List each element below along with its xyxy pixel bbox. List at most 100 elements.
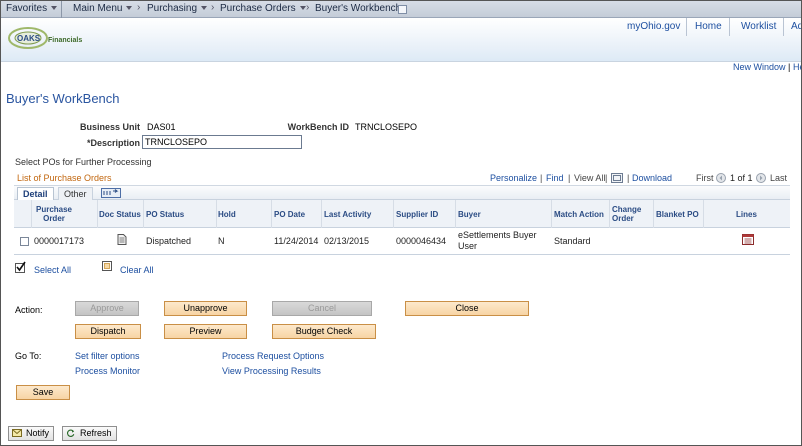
header-banner: OAKS Financials myOhio.gov Home Worklist… <box>0 18 802 62</box>
download-link[interactable]: Download <box>632 173 672 183</box>
add-link[interactable]: Add <box>791 21 802 32</box>
goto-label: Go To: <box>15 351 42 361</box>
hold-value: N <box>218 236 225 246</box>
first-label: First <box>696 173 714 183</box>
column-change-order[interactable]: Change Order <box>612 205 642 223</box>
dispatch-button[interactable]: Dispatch <box>75 324 141 339</box>
show-all-columns-icon[interactable] <box>101 188 121 198</box>
approve-button[interactable]: Approve <box>75 301 139 316</box>
row-range: 1 of 1 <box>730 173 753 183</box>
help-link[interactable]: He <box>793 62 802 72</box>
link-divider <box>729 18 730 36</box>
menu-divider <box>61 0 62 18</box>
tab-other[interactable]: Other <box>58 187 93 200</box>
set-filter-options-link[interactable]: Set filter options <box>75 351 140 361</box>
link-divider <box>686 18 687 36</box>
link-divider <box>783 18 784 36</box>
next-arrow-icon[interactable] <box>756 173 766 183</box>
workbench-id-value: TRNCLOSEPO <box>355 122 418 132</box>
link-divider: | <box>627 173 630 183</box>
previous-arrow-icon[interactable] <box>716 173 726 183</box>
notify-button[interactable]: Notify <box>8 426 55 441</box>
worklist-link[interactable]: Worklist <box>741 21 776 32</box>
zoom-grid-icon[interactable] <box>611 173 623 183</box>
breadcrumb-buyers-workbench[interactable]: Buyer's Workbench <box>315 3 401 14</box>
refresh-button[interactable]: Refresh <box>62 426 117 441</box>
grid-header-row: Purchase Order Doc Status PO Status Hold… <box>14 200 790 255</box>
refresh-label: Refresh <box>80 428 112 438</box>
column-match-action[interactable]: Match Action <box>554 210 604 219</box>
select-all-checkmark-icon[interactable] <box>15 261 27 273</box>
refresh-icon <box>67 429 75 437</box>
svg-text:Financials: Financials <box>48 37 82 44</box>
top-menu-bar: Favorites Main Menu › Purchasing › Purch… <box>0 0 802 18</box>
svg-text:OAKS: OAKS <box>17 34 41 43</box>
breadcrumb-purchasing[interactable]: Purchasing <box>147 3 208 14</box>
action-label: Action: <box>15 305 43 315</box>
column-po-status[interactable]: PO Status <box>146 210 184 219</box>
clear-all-link[interactable]: Clear All <box>120 265 154 275</box>
lines-detail-icon[interactable] <box>742 234 754 245</box>
select-pos-text: Select POs for Further Processing <box>15 157 152 167</box>
find-link[interactable]: Find <box>546 173 564 183</box>
notify-label: Notify <box>26 428 50 438</box>
row-select-checkbox[interactable] <box>20 237 29 246</box>
column-blanket-po[interactable]: Blanket PO <box>656 210 699 219</box>
select-all-link[interactable]: Select All <box>34 265 71 275</box>
grid-title-bar: List of Purchase Orders Personalize | Fi… <box>14 172 790 186</box>
column-doc-status[interactable]: Doc Status <box>99 210 141 219</box>
chevron-right-icon: › <box>137 2 141 13</box>
column-po-date[interactable]: PO Date <box>274 210 305 219</box>
save-button[interactable]: Save <box>16 385 70 400</box>
unapprove-button[interactable]: Unapprove <box>164 301 247 316</box>
chevron-down-icon <box>201 6 208 10</box>
cancel-button[interactable]: Cancel <box>272 301 372 316</box>
myohio-link[interactable]: myOhio.gov <box>627 21 680 32</box>
purchase-order-link[interactable]: 0000017173 <box>34 236 84 246</box>
new-window-divider: | <box>788 62 791 72</box>
preview-button[interactable]: Preview <box>164 324 247 339</box>
view-all-link[interactable]: View All <box>574 173 605 183</box>
view-processing-results-link[interactable]: View Processing Results <box>222 366 321 376</box>
process-request-options-link[interactable]: Process Request Options <box>222 351 324 361</box>
column-purchase-order[interactable]: Purchase Order <box>32 205 76 223</box>
main-menu[interactable]: Main Menu <box>73 3 133 14</box>
description-input[interactable] <box>142 135 302 149</box>
oaks-logo: OAKS Financials <box>8 27 82 49</box>
new-window-link[interactable]: New Window <box>733 62 786 72</box>
close-button[interactable]: Close <box>405 301 529 316</box>
column-last-activity[interactable]: Last Activity <box>324 210 371 219</box>
link-divider: | <box>605 173 608 183</box>
grid-title: List of Purchase Orders <box>17 173 112 183</box>
description-label: *Description <box>86 138 140 148</box>
business-unit-label: Business Unit <box>79 122 140 132</box>
process-monitor-link[interactable]: Process Monitor <box>75 366 140 376</box>
table-row: 0000017173 Dispatched N 11/24/2014 02/13… <box>14 228 790 255</box>
column-buyer[interactable]: Buyer <box>458 210 481 219</box>
chevron-right-icon: › <box>306 2 310 13</box>
clear-all-checkbox-icon[interactable] <box>102 261 113 272</box>
last-activity-value: 02/13/2015 <box>324 236 370 246</box>
home-link[interactable]: Home <box>695 21 722 32</box>
chevron-down-icon <box>51 6 58 10</box>
column-lines[interactable]: Lines <box>736 210 757 219</box>
chevron-down-icon <box>126 6 133 10</box>
link-divider: | <box>540 173 543 183</box>
breadcrumb-purchase-orders[interactable]: Purchase Orders <box>220 3 306 14</box>
envelope-icon <box>12 429 22 437</box>
grid-tabs: Detail Other <box>14 186 790 200</box>
budget-check-button[interactable]: Budget Check <box>272 324 376 339</box>
tab-detail[interactable]: Detail <box>17 187 54 200</box>
page-title: Buyer's WorkBench <box>6 91 120 106</box>
document-icon[interactable] <box>117 234 127 245</box>
column-hold[interactable]: Hold <box>218 210 236 219</box>
workbench-id-label: WorkBench ID <box>287 122 349 132</box>
personalize-link[interactable]: Personalize <box>490 173 537 183</box>
last-label: Last <box>770 173 788 183</box>
supplier-id-value: 0000046434 <box>396 236 447 246</box>
favorites-menu[interactable]: Favorites <box>6 3 58 14</box>
buyer-value: eSettlements Buyer User <box>458 230 537 251</box>
chevron-down-icon <box>299 6 306 10</box>
column-supplier-id[interactable]: Supplier ID <box>396 210 438 219</box>
po-status-value: Dispatched <box>146 236 192 246</box>
